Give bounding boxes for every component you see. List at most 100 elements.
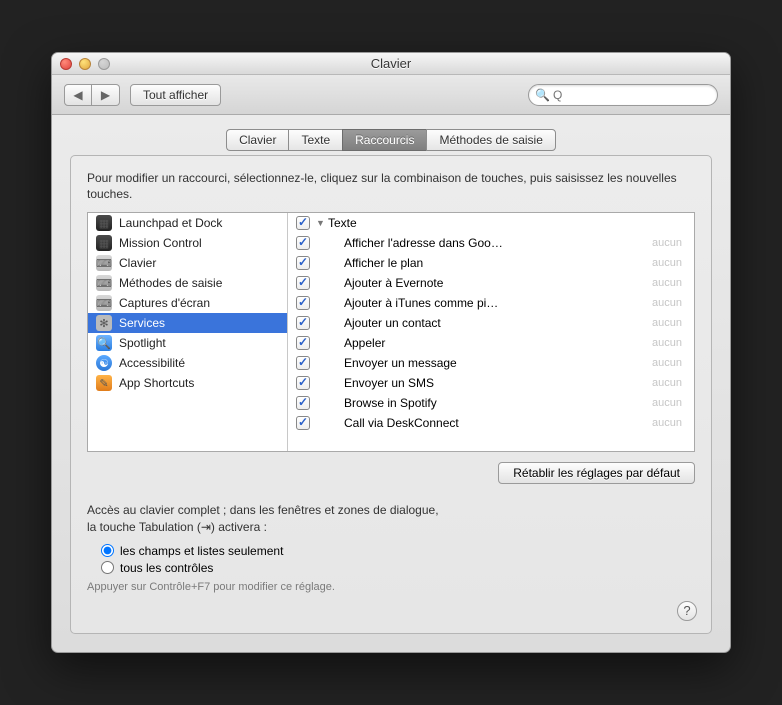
tab-méthodes-de-saisie[interactable]: Méthodes de saisie bbox=[426, 129, 555, 151]
service-checkbox[interactable] bbox=[296, 396, 310, 410]
service-shortcut: aucun bbox=[652, 297, 690, 309]
sidebar-item-label: Services bbox=[119, 316, 165, 330]
service-label: Ajouter à Evernote bbox=[316, 276, 652, 290]
disclosure-icon[interactable]: ▼ bbox=[316, 218, 326, 228]
gray-icon: ⌨ bbox=[96, 275, 112, 291]
sidebar-item-label: Mission Control bbox=[119, 236, 202, 250]
nav-segmented: ◀ ▶ bbox=[64, 84, 120, 106]
service-checkbox[interactable] bbox=[296, 416, 310, 430]
restore-defaults-button[interactable]: Rétablir les réglages par défaut bbox=[498, 462, 695, 484]
service-row[interactable]: Envoyer un messageaucun bbox=[288, 353, 694, 373]
service-label: Ajouter un contact bbox=[316, 316, 652, 330]
help-button[interactable]: ? bbox=[677, 601, 697, 621]
sidebar-item-label: Captures d'écran bbox=[119, 296, 210, 310]
instructions-text: Pour modifier un raccourci, sélectionnez… bbox=[87, 170, 695, 202]
restore-label: Rétablir les réglages par défaut bbox=[513, 466, 680, 480]
sidebar-item-label: Accessibilité bbox=[119, 356, 185, 370]
content: ClavierTexteRaccourcisMéthodes de saisie… bbox=[52, 115, 730, 652]
minimize-icon[interactable] bbox=[79, 58, 91, 70]
service-checkbox[interactable] bbox=[296, 376, 310, 390]
service-row[interactable]: Envoyer un SMSaucun bbox=[288, 373, 694, 393]
toolbar: ◀ ▶ Tout afficher 🔍 bbox=[52, 75, 730, 115]
access-line1: Accès au clavier complet ; dans les fenê… bbox=[87, 502, 695, 519]
services-list[interactable]: ▼TexteAfficher l'adresse dans Goo…aucunA… bbox=[288, 213, 694, 451]
service-row[interactable]: Afficher l'adresse dans Goo…aucun bbox=[288, 233, 694, 253]
zoom-icon[interactable] bbox=[98, 58, 110, 70]
tab-clavier[interactable]: Clavier bbox=[226, 129, 288, 151]
access-radios: les champs et listes seulement tous les … bbox=[101, 544, 695, 575]
radio-all-controls[interactable]: tous les contrôles bbox=[101, 561, 695, 575]
service-shortcut: aucun bbox=[652, 417, 690, 429]
gray-icon: ⌨ bbox=[96, 255, 112, 271]
service-shortcut: aucun bbox=[652, 377, 690, 389]
sidebar-item-label: Méthodes de saisie bbox=[119, 276, 222, 290]
service-group-header[interactable]: ▼Texte bbox=[288, 213, 694, 233]
radio-label-2: tous les contrôles bbox=[120, 561, 213, 575]
tabs: ClavierTexteRaccourcisMéthodes de saisie bbox=[70, 129, 712, 151]
service-checkbox[interactable] bbox=[296, 256, 310, 270]
service-checkbox[interactable] bbox=[296, 296, 310, 310]
service-label: Envoyer un SMS bbox=[316, 376, 652, 390]
show-all-button[interactable]: Tout afficher bbox=[130, 84, 221, 106]
radio-label-1: les champs et listes seulement bbox=[120, 544, 283, 558]
forward-button[interactable]: ▶ bbox=[92, 84, 120, 106]
service-row[interactable]: Afficher le planaucun bbox=[288, 253, 694, 273]
radio-input-all[interactable] bbox=[101, 561, 114, 574]
magnify-icon: 🔍 bbox=[96, 335, 112, 351]
split-view: ▦ Launchpad et Dock ▦Mission Control⌨Clavi… bbox=[87, 212, 695, 452]
sidebar-item-services[interactable]: ✻ Services bbox=[88, 313, 287, 333]
sidebar-item-captures-d-cran[interactable]: ⌨ Captures d'écran bbox=[88, 293, 287, 313]
category-list[interactable]: ▦ Launchpad et Dock ▦Mission Control⌨Clavi… bbox=[88, 213, 288, 451]
service-label: Envoyer un message bbox=[316, 356, 652, 370]
service-shortcut: aucun bbox=[652, 317, 690, 329]
access-hint: Appuyer sur Contrôle+F7 pour modifier ce… bbox=[87, 581, 695, 593]
sidebar-item-clavier[interactable]: ⌨Clavier bbox=[88, 253, 287, 273]
sidebar-item-spotlight[interactable]: 🔍 Spotlight bbox=[88, 333, 287, 353]
service-row[interactable]: Appeleraucun bbox=[288, 333, 694, 353]
tab-texte[interactable]: Texte bbox=[288, 129, 342, 151]
sidebar-item-app-shortcuts[interactable]: ✎App Shortcuts bbox=[88, 373, 287, 393]
tab-raccourcis[interactable]: Raccourcis bbox=[342, 129, 426, 151]
service-checkbox[interactable] bbox=[296, 276, 310, 290]
sidebar-item-launchpad-et-dock[interactable]: ▦ Launchpad et Dock bbox=[88, 213, 287, 233]
titlebar: Clavier bbox=[52, 53, 730, 75]
service-shortcut: aucun bbox=[652, 237, 690, 249]
service-row[interactable]: Ajouter un contactaucun bbox=[288, 313, 694, 333]
sidebar-item-label: Spotlight bbox=[119, 336, 166, 350]
sidebar-item-accessibilit-[interactable]: ☯Accessibilité bbox=[88, 353, 287, 373]
service-checkbox[interactable] bbox=[296, 236, 310, 250]
service-checkbox[interactable] bbox=[296, 356, 310, 370]
gray-icon: ⌨ bbox=[96, 295, 112, 311]
service-checkbox[interactable] bbox=[296, 316, 310, 330]
service-label: Ajouter à iTunes comme pi… bbox=[316, 296, 652, 310]
search-input[interactable] bbox=[528, 84, 718, 106]
service-label: Browse in Spotify bbox=[316, 396, 652, 410]
search-wrap: 🔍 bbox=[528, 84, 718, 106]
traffic-lights bbox=[60, 58, 110, 70]
dark-icon: ▦ bbox=[96, 215, 112, 231]
radio-fields-only[interactable]: les champs et listes seulement bbox=[101, 544, 695, 558]
service-label: Afficher l'adresse dans Goo… bbox=[316, 236, 652, 250]
service-shortcut: aucun bbox=[652, 277, 690, 289]
service-shortcut: aucun bbox=[652, 397, 690, 409]
service-row[interactable]: Ajouter à iTunes comme pi…aucun bbox=[288, 293, 694, 313]
service-row[interactable]: Call via DeskConnectaucun bbox=[288, 413, 694, 433]
back-button[interactable]: ◀ bbox=[64, 84, 92, 106]
service-shortcut: aucun bbox=[652, 257, 690, 269]
service-label: Appeler bbox=[316, 336, 652, 350]
show-all-label: Tout afficher bbox=[143, 88, 208, 102]
radio-input-fields[interactable] bbox=[101, 544, 114, 557]
gear-icon: ✻ bbox=[96, 315, 112, 331]
group-label: Texte bbox=[328, 216, 357, 230]
sidebar-item-mission-control[interactable]: ▦Mission Control bbox=[88, 233, 287, 253]
sidebar-item-m-thodes-de-saisie[interactable]: ⌨ Méthodes de saisie bbox=[88, 273, 287, 293]
service-row[interactable]: Browse in Spotifyaucun bbox=[288, 393, 694, 413]
service-label: Afficher le plan bbox=[316, 256, 652, 270]
close-icon[interactable] bbox=[60, 58, 72, 70]
sidebar-item-label: Launchpad et Dock bbox=[119, 216, 222, 230]
service-checkbox[interactable] bbox=[296, 336, 310, 350]
search-icon: 🔍 bbox=[535, 88, 550, 102]
shortcuts-panel: Pour modifier un raccourci, sélectionnez… bbox=[70, 155, 712, 634]
group-checkbox[interactable] bbox=[296, 216, 310, 230]
service-row[interactable]: Ajouter à Evernoteaucun bbox=[288, 273, 694, 293]
